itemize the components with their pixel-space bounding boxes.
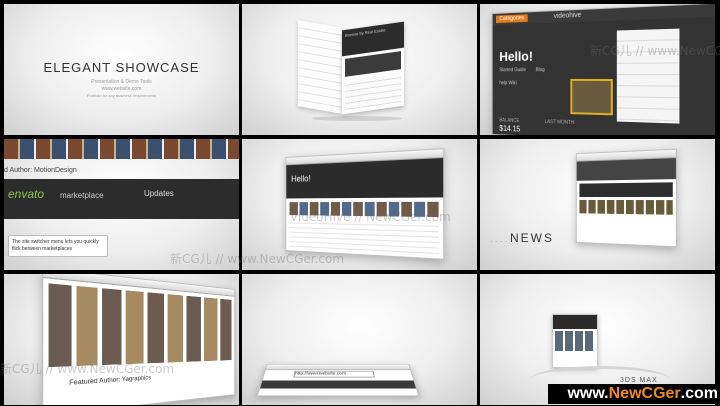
author-line: d Author: MotionDesign xyxy=(4,167,77,174)
thumbnail-browser-window: http://www.website.com xyxy=(242,274,477,405)
showcase-website: www.website.com xyxy=(4,86,239,92)
thumbnail-featured-author: Featured Author: Yagraphics xyxy=(4,274,239,405)
site-name: videohive xyxy=(554,12,582,20)
thumbnail-news: · · · · NEWS xyxy=(480,139,715,270)
site-hero: Hello! xyxy=(286,158,443,198)
cube-thumbs xyxy=(555,331,595,351)
preview-image xyxy=(570,79,612,115)
content-lines xyxy=(290,219,439,254)
news-heading: NEWS xyxy=(510,231,554,245)
updates-label: Updates xyxy=(144,189,174,198)
showcase-title: ELEGANT SHOWCASE xyxy=(4,60,239,75)
author-thumbnails xyxy=(49,283,232,367)
browser-window: http://www.website.com xyxy=(256,364,419,396)
hello-heading: Hello! xyxy=(499,48,533,63)
body-line-1: Started Guide xyxy=(499,67,526,73)
body-line-3: help Wiki xyxy=(499,80,516,86)
browser-bar xyxy=(266,365,410,371)
news-header xyxy=(577,158,676,181)
site-screen: Hello! xyxy=(285,148,444,260)
last-month-label: LAST MONTH xyxy=(545,119,575,126)
cube-header xyxy=(553,315,597,329)
news-screen xyxy=(576,149,677,248)
small-cube xyxy=(552,314,598,368)
watermark-3: 新CG儿 // www.NewCGer.com xyxy=(170,250,344,267)
envato-logo: envato xyxy=(8,187,44,201)
news-dots: · · · · xyxy=(490,237,507,246)
balance-value: $14.15 xyxy=(499,124,520,133)
software-label: 3DS MAX xyxy=(620,377,658,384)
body-line-2: Blog xyxy=(536,67,545,73)
switcher-tooltip: The site switcher menu lets you quickly … xyxy=(8,235,108,257)
marketplace-label: marketplace xyxy=(60,191,104,200)
cube-front-face: Browse by Real Estate xyxy=(342,22,404,115)
image-grid xyxy=(4,139,239,159)
showcase-small-line: Portfolio for any business requirements xyxy=(4,93,239,98)
brand-prefix: www. xyxy=(567,385,608,402)
watermark-4: 新CG儿 // www.NewCGer.com xyxy=(0,360,174,377)
balance-label: BALANCE xyxy=(499,118,519,124)
cube-list xyxy=(345,72,401,110)
site-brand-logo: www.NewCGer.com xyxy=(548,384,718,404)
categories-tab[interactable]: Categories xyxy=(496,14,528,23)
thumbnail-cube: Browse by Real Estate xyxy=(242,4,477,135)
url-bar[interactable]: http://www.website.com xyxy=(293,371,374,378)
hello-heading: Hello! xyxy=(291,174,310,184)
featured-author: Featured Author: Yagraphics xyxy=(69,375,151,387)
videohive-screen: Categories videohive Hello! Started Guid… xyxy=(492,4,715,135)
watermark-2: VideoHive // NewCGer.com xyxy=(290,210,451,224)
brand-suffix: .com xyxy=(681,385,718,402)
news-banner xyxy=(579,182,672,197)
page-strip xyxy=(260,381,416,389)
thumbnail-elegant-showcase: ELEGANT SHOWCASE Presentation & Demo Too… xyxy=(4,4,239,135)
watermark-1: 新CG儿 // www.NewCGer.com // 新CG儿 xyxy=(590,42,720,59)
cube-left-face xyxy=(298,20,342,114)
showcase-subtitle: Presentation & Demo Tools xyxy=(4,79,239,85)
brand-highlight: NewCGer xyxy=(609,385,681,402)
cube-shadow xyxy=(312,116,402,121)
envato-bar: envato marketplace Updates xyxy=(4,179,239,219)
news-thumbs xyxy=(579,200,672,215)
thumbnail-videohive-page: Categories videohive Hello! Started Guid… xyxy=(480,4,715,135)
author-screen: Featured Author: Yagraphics xyxy=(42,274,235,405)
